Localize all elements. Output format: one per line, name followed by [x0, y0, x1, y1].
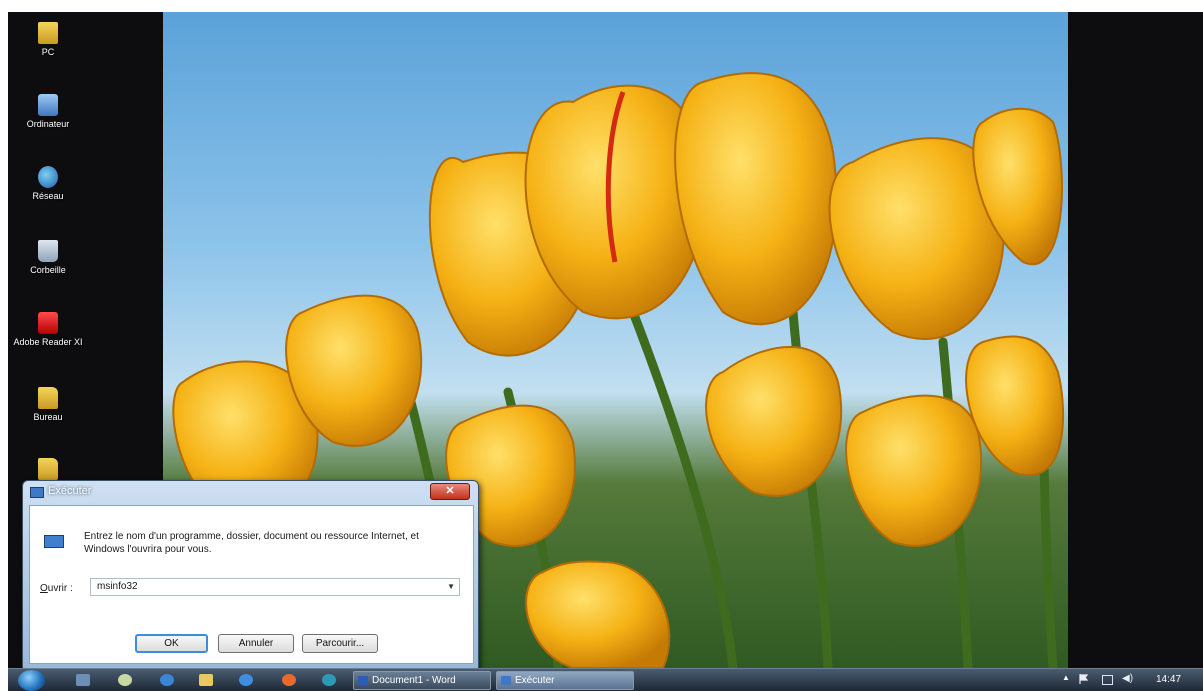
open-command-value: msinfo32 [97, 581, 138, 592]
ok-button[interactable]: OK [135, 634, 208, 653]
action-center-flag-icon[interactable] [1079, 674, 1089, 684]
desktop-icon-bureau[interactable]: Bureau [8, 387, 88, 422]
volume-icon[interactable]: ◀) [1122, 673, 1133, 684]
clock[interactable]: 14:47 [1156, 674, 1181, 685]
run-dialog-titlebar[interactable]: Exécuter ✕ [23, 481, 478, 503]
cancel-button[interactable]: Annuler [218, 634, 294, 653]
internet-explorer-icon[interactable] [239, 674, 253, 686]
desktop-icon-label: Bureau [33, 412, 63, 422]
taskbar-task-label: Exécuter [515, 675, 555, 686]
chevron-down-icon[interactable]: ▼ [447, 579, 455, 595]
open-label-accelerator: O [40, 583, 48, 594]
desktop-icon-label: Réseau [32, 191, 64, 201]
folder-icon [38, 387, 58, 409]
app-shortcut-icon[interactable] [118, 674, 132, 686]
run-icon [30, 487, 44, 498]
folder-icon [38, 458, 58, 480]
network-icon [38, 166, 58, 188]
taskbar-task-run[interactable]: Exécuter [496, 671, 634, 690]
browser-icon[interactable] [282, 674, 296, 686]
desktop-icon-pc[interactable]: PC [8, 22, 88, 57]
taskbar: Document1 - Word Exécuter ▲ ◀) 14:47 [8, 668, 1203, 691]
adobe-reader-icon [38, 312, 58, 334]
open-field-label: Ouvrir : [40, 583, 73, 594]
close-button[interactable]: ✕ [430, 483, 470, 500]
desktop-icon-corbeille[interactable]: Corbeille [8, 240, 88, 275]
recycle-bin-icon [38, 240, 58, 262]
app-shortcut-icon[interactable] [160, 674, 174, 686]
run-dialog: Exécuter ✕ Entrez le nom d'un programme,… [22, 480, 479, 670]
network-icon[interactable] [1102, 675, 1113, 685]
word-icon [358, 676, 368, 685]
open-label-text: uvrir : [47, 583, 73, 594]
desktop-screen: PC Ordinateur Réseau Corbeille Adobe Rea… [8, 12, 1203, 691]
desktop-icon-label: Ordinateur [26, 119, 70, 129]
run-dialog-body: Entrez le nom d'un programme, dossier, d… [29, 505, 474, 664]
desktop-icon-ordinateur[interactable]: Ordinateur [8, 94, 88, 129]
folder-icon [38, 22, 58, 44]
computer-icon [38, 94, 58, 116]
run-dialog-title: Exécuter [48, 485, 92, 497]
taskbar-task-word[interactable]: Document1 - Word [353, 671, 491, 690]
run-program-icon [44, 535, 64, 548]
desktop-icon-label: PC [41, 47, 55, 57]
run-icon [501, 676, 511, 685]
desktop-icon-label: Corbeille [30, 265, 66, 275]
desktop-icon-reseau[interactable]: Réseau [8, 166, 88, 201]
taskbar-task-label: Document1 - Word [372, 675, 456, 686]
explorer-icon[interactable] [199, 674, 213, 686]
desktop-icon-label: Adobe Reader XI [13, 337, 83, 347]
app-shortcut-icon[interactable] [322, 674, 336, 686]
desktop-shortcut-icon[interactable] [76, 674, 90, 686]
tray-expand-icon[interactable]: ▲ [1062, 673, 1070, 682]
desktop-icon-adobe-reader[interactable]: Adobe Reader XI [8, 312, 88, 347]
run-dialog-description: Entrez le nom d'un programme, dossier, d… [84, 531, 419, 555]
start-button[interactable] [18, 670, 45, 691]
open-command-input[interactable]: msinfo32 ▼ [90, 578, 460, 596]
browse-button[interactable]: Parcourir... [302, 634, 378, 653]
